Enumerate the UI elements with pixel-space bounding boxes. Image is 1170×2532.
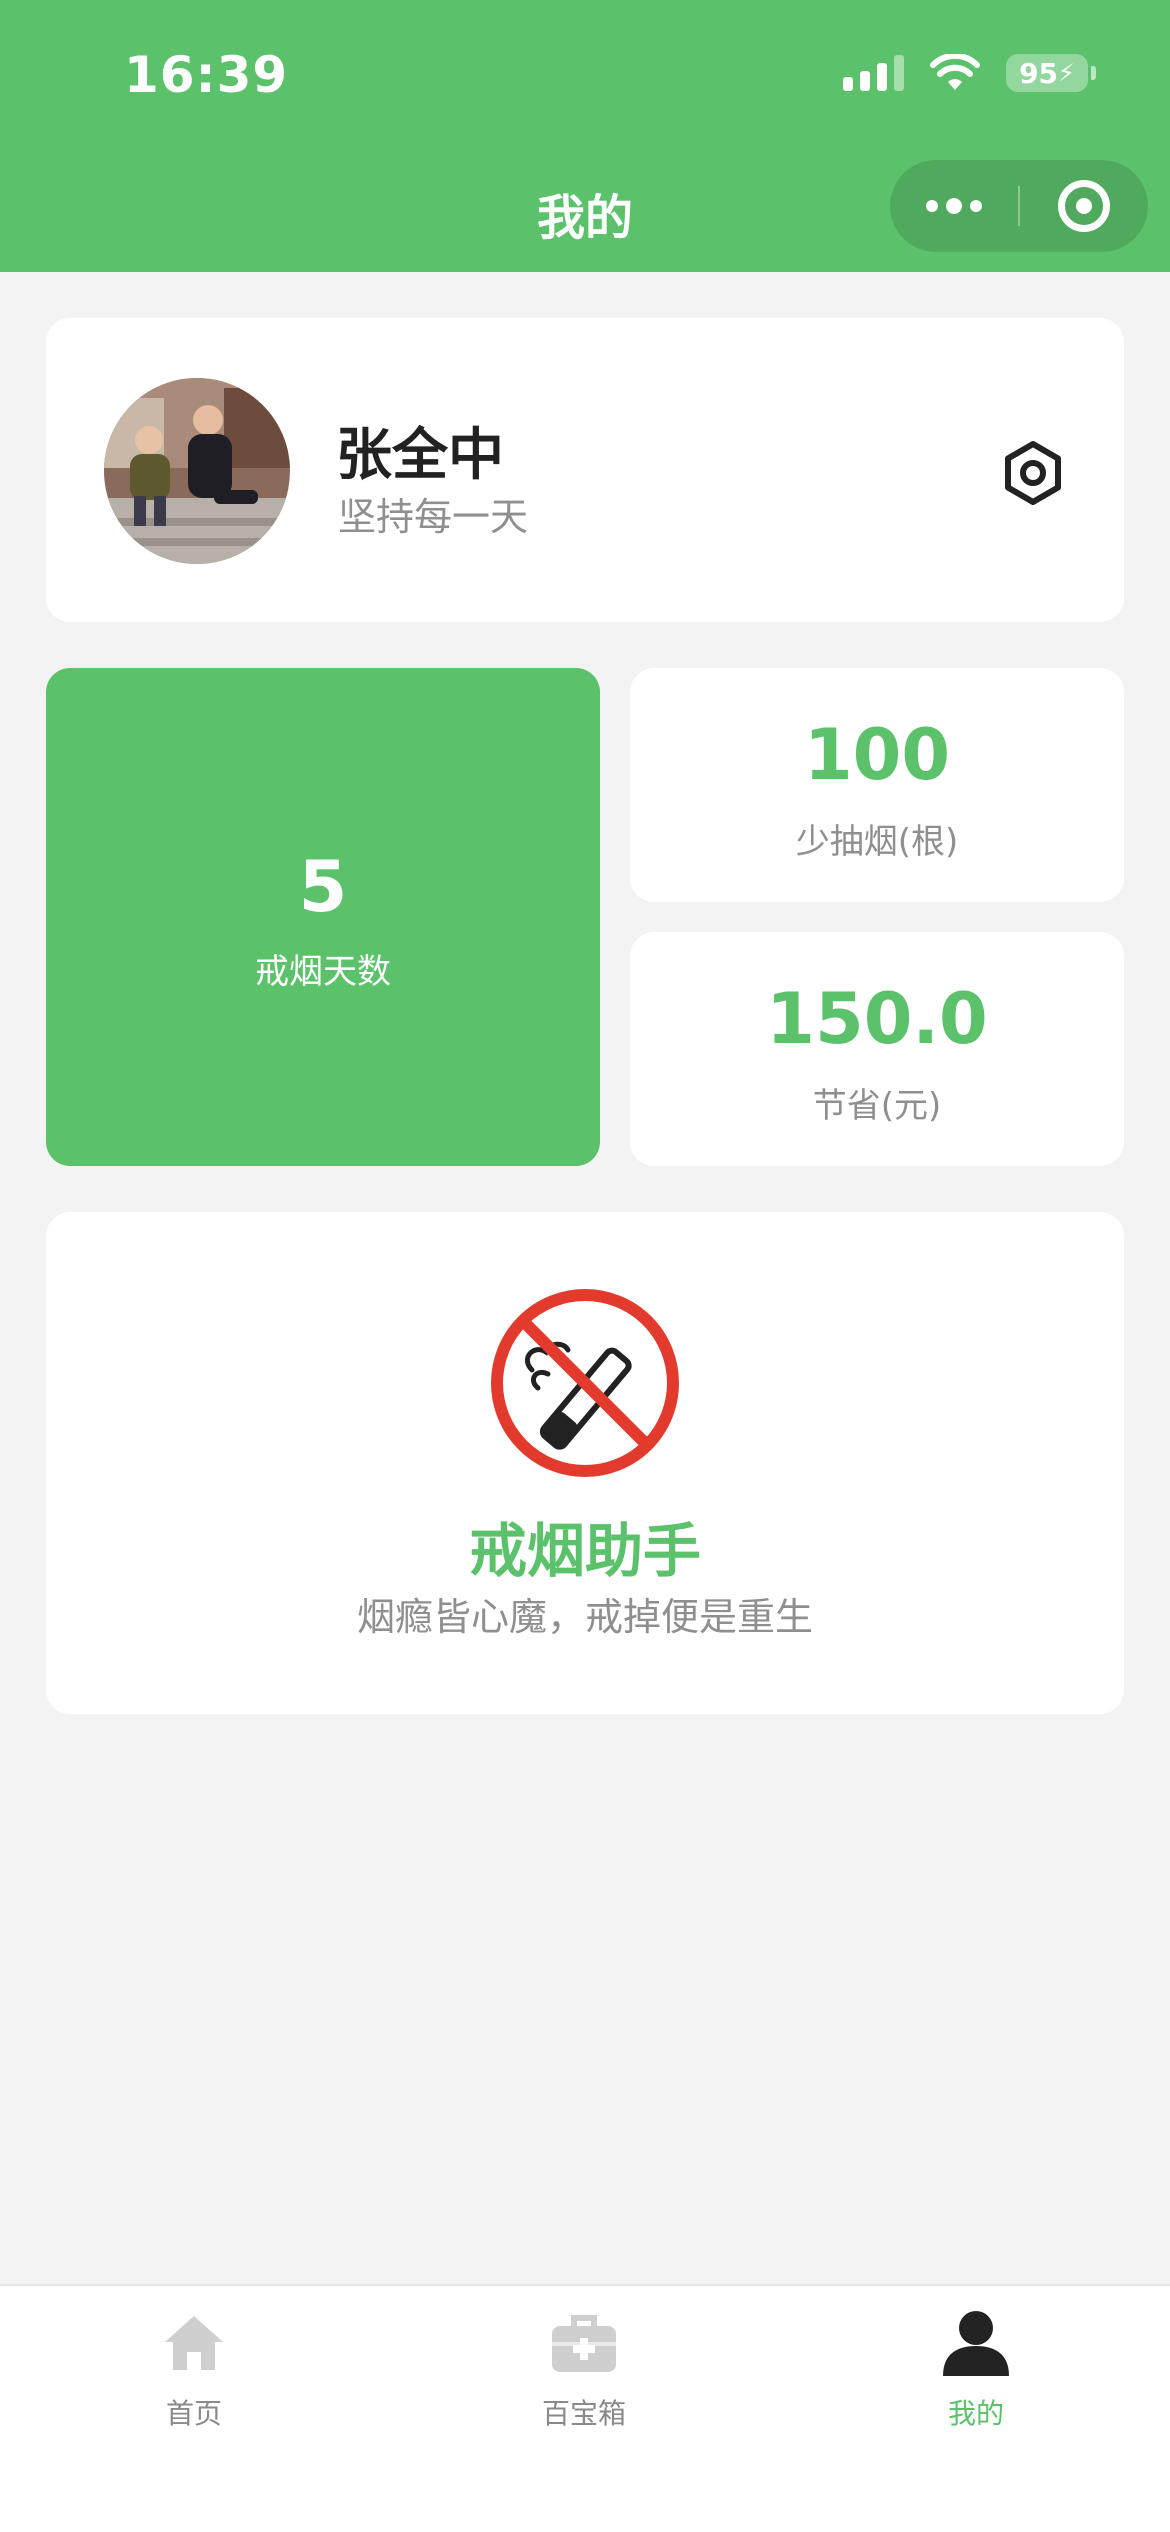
more-button[interactable] <box>890 160 1018 252</box>
close-miniprogram-button[interactable] <box>1020 160 1148 252</box>
person-icon <box>943 2311 1009 2376</box>
status-time: 16:39 <box>124 46 289 104</box>
tab-mine[interactable]: 我的 <box>856 2304 1096 2434</box>
settings-icon[interactable] <box>998 438 1068 508</box>
page: 16:39 95 ⚡ 我的 张全中 坚持每一天 5 戒烟天数 100 少抽烟(根… <box>0 0 1170 2532</box>
cigarettes-avoided-card: 100 少抽烟(根) <box>630 668 1124 902</box>
battery-level: 95 <box>1019 56 1059 90</box>
more-dots-icon <box>926 198 982 214</box>
quit-days-label: 戒烟天数 <box>255 952 391 992</box>
battery-icon: 95 ⚡ <box>1006 54 1096 92</box>
user-motto: 坚持每一天 <box>338 495 529 539</box>
cigarettes-avoided-label: 少抽烟(根) <box>795 822 959 862</box>
tab-toolbox-label: 百宝箱 <box>541 2397 626 2430</box>
tab-toolbox[interactable]: 百宝箱 <box>464 2304 704 2434</box>
wifi-icon <box>930 54 980 90</box>
money-saved-card: 150.0 节省(元) <box>630 932 1124 1166</box>
assistant-banner: 戒烟助手 烟瘾皆心魔，戒掉便是重生 <box>46 1212 1124 1714</box>
money-saved-value: 150.0 <box>766 978 988 1060</box>
tab-bar: 首页 百宝箱 我的 <box>0 2284 1170 2532</box>
charging-icon: ⚡ <box>1058 59 1075 87</box>
banner-subtitle: 烟瘾皆心魔，戒掉便是重生 <box>356 1595 813 1639</box>
avatar-photo <box>104 378 290 564</box>
quit-days-value: 5 <box>298 846 348 928</box>
banner-title: 戒烟助手 <box>468 1517 701 1585</box>
money-saved-label: 节省(元) <box>812 1086 942 1126</box>
tab-home[interactable]: 首页 <box>74 2304 314 2434</box>
status-icons: 95 ⚡ <box>843 54 1096 92</box>
cigarettes-avoided-value: 100 <box>803 714 951 796</box>
signal-icon <box>843 55 904 91</box>
avatar[interactable] <box>104 378 290 564</box>
no-smoking-icon <box>491 1289 679 1477</box>
header: 16:39 95 ⚡ 我的 <box>0 0 1170 272</box>
profile-card[interactable]: 张全中 坚持每一天 <box>46 318 1124 622</box>
user-name: 张全中 <box>336 423 504 488</box>
mini-program-capsule <box>890 160 1148 252</box>
home-icon <box>165 2316 223 2370</box>
tab-home-label: 首页 <box>165 2397 222 2430</box>
toolbox-icon <box>552 2315 616 2372</box>
quit-days-card: 5 戒烟天数 <box>46 668 600 1166</box>
target-icon <box>1058 180 1110 232</box>
tab-mine-label: 我的 <box>947 2397 1004 2430</box>
